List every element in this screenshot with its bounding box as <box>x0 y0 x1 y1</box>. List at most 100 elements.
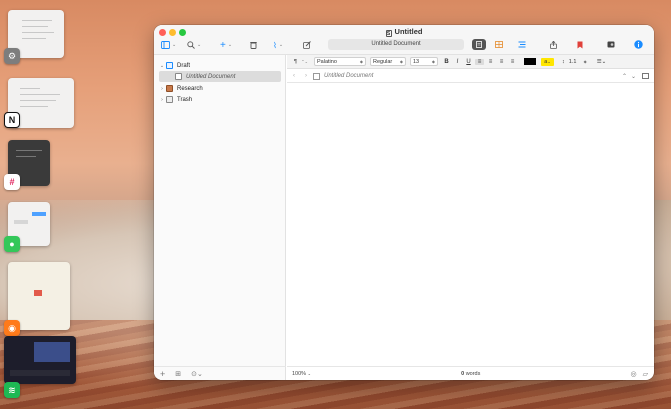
trash-folder-icon <box>166 96 173 103</box>
chevron-down-icon: ⌄ <box>172 42 177 48</box>
align-justify-icon[interactable]: ≡ <box>508 59 517 65</box>
add-icon: + <box>220 39 226 51</box>
line-spacing-icon: ↕ <box>562 58 565 65</box>
settings-app-icon[interactable]: ⚙ <box>4 48 20 64</box>
window-title-row: S Untitled <box>154 27 654 37</box>
split-editor-icon[interactable] <box>642 73 649 79</box>
compile-icon <box>607 41 615 48</box>
line-spacing-select[interactable]: 1.1 ◆ <box>567 57 589 66</box>
firefox-app-icon[interactable]: ◉ <box>4 320 20 336</box>
chevron-right-icon[interactable]: › <box>158 97 166 103</box>
binder-item-draft[interactable]: ⌄ Draft <box>158 60 290 71</box>
underline-button[interactable]: U <box>464 59 473 65</box>
share-button[interactable] <box>546 39 560 50</box>
word-count: 0 words <box>461 370 481 377</box>
research-folder-icon <box>166 85 173 92</box>
search-icon <box>187 41 195 49</box>
document-icon: S <box>385 30 392 37</box>
outline-view-icon <box>518 41 526 48</box>
titlebar: S Untitled ⌄ ⌄ + ⌄ ⌇ ⌄ Untitled Document <box>154 25 654 55</box>
chevron-down-icon[interactable]: ⌄ <box>158 63 166 69</box>
stage-thumbnail-spotify[interactable] <box>4 336 76 384</box>
inspector-button[interactable] <box>631 39 645 50</box>
italic-button[interactable]: I <box>453 59 462 65</box>
binder-item-label: Trash <box>177 96 193 103</box>
chevron-down-icon: ⌄ <box>197 42 202 48</box>
font-size-select[interactable]: 13 ◆ <box>410 57 438 66</box>
format-bar: ¶ ⌃⌄ Palatino ◆ Regular ◆ 13 ◆ B I U ≡ ≡ ≡ ≡… <box>287 55 654 69</box>
chevron-down-icon: ⌄ <box>278 42 284 48</box>
trash-icon <box>250 42 257 49</box>
binder-item-untitled-document[interactable]: Untitled Document <box>159 71 281 82</box>
document-view-button[interactable] <box>472 39 486 50</box>
list-style-icon[interactable]: ☰⌄ <box>597 59 607 65</box>
window-title: Untitled <box>394 27 423 36</box>
info-icon <box>633 40 643 49</box>
chevron-updown-icon: ◆ <box>399 59 403 64</box>
bold-button[interactable]: B <box>442 59 451 65</box>
add-button[interactable]: + ⌄ <box>220 39 232 51</box>
align-center-icon[interactable]: ≡ <box>486 59 495 65</box>
grid-view-icon <box>495 41 503 48</box>
search-button[interactable]: ⌄ <box>187 39 201 51</box>
binder-item-label: Untitled Document <box>186 73 236 80</box>
corkboard-view-button[interactable] <box>492 39 506 50</box>
text-editor[interactable] <box>287 84 654 366</box>
highlight-color-button[interactable]: a⌄ <box>541 57 554 66</box>
text-color-swatch[interactable] <box>524 58 536 65</box>
messages-app-icon[interactable]: ● <box>4 236 20 252</box>
chevron-right-icon[interactable]: › <box>158 86 166 92</box>
share-icon <box>549 40 557 49</box>
chevron-updown-icon: ◆ <box>583 59 587 64</box>
bookmark-button[interactable] <box>573 39 587 50</box>
editor-header: ‹ › Untitled Document ⌃ ⌄ <box>287 70 654 83</box>
document-name-field[interactable]: Untitled Document <box>328 39 464 50</box>
compile-button[interactable] <box>604 39 618 50</box>
document-view-icon <box>476 41 482 48</box>
spotify-app-icon[interactable]: ≋ <box>4 382 20 398</box>
text-document-icon <box>175 73 182 80</box>
paragraph-style-menu[interactable]: ¶ ⌃⌄ <box>292 57 310 66</box>
text-document-icon <box>313 72 320 80</box>
font-style-select[interactable]: Regular ◆ <box>370 57 406 66</box>
chevron-down-icon[interactable]: ⌄ <box>631 73 636 80</box>
binder-footer: + ⊞ ⊙⌄ <box>154 366 286 380</box>
outline-view-button[interactable] <box>515 39 529 50</box>
sidebar-icon <box>161 41 170 49</box>
chevron-down-icon: ⌄ <box>547 58 551 64</box>
back-arrow-icon[interactable]: ‹ <box>293 73 295 79</box>
more-actions-icon[interactable]: ⊙⌄ <box>191 370 203 378</box>
target-icon[interactable]: ◎ <box>630 370 636 378</box>
scrivener-window: SUntitled ⌄ ⌄ +⌄ ⌇⌄ Untitled Document <box>154 25 654 380</box>
bookmark-icon <box>577 41 583 48</box>
binder-item-trash[interactable]: › Trash <box>158 94 290 105</box>
chevron-down-icon: ⌄ <box>227 42 233 48</box>
align-right-icon[interactable]: ≡ <box>497 59 506 65</box>
compose-icon <box>303 41 311 49</box>
chevron-updown-icon: ◆ <box>431 59 435 64</box>
binder-item-label: Draft <box>177 62 191 69</box>
binder-item-label: Research <box>177 85 203 92</box>
chevron-down-icon: ⌄ <box>307 370 311 376</box>
font-family-select[interactable]: Palatino ◆ <box>314 57 366 66</box>
paperclip-icon: ⌇ <box>273 40 277 50</box>
editor-footer: 100% ⌄ 0 words ◎ ▱ <box>287 366 654 380</box>
chevron-up-icon[interactable]: ⌃ <box>622 73 627 80</box>
notion-app-icon[interactable]: N <box>4 112 20 128</box>
slack-app-icon[interactable]: # <box>4 174 20 190</box>
chevron-down-icon: ⌃⌄ <box>301 59 308 64</box>
compose-button[interactable] <box>303 39 311 51</box>
attachment-button[interactable]: ⌇ ⌄ <box>273 39 283 51</box>
comment-icon[interactable]: ▱ <box>643 370 648 378</box>
add-folder-icon[interactable]: ⊞ <box>175 370 181 378</box>
binder-sidebar: ⌄ Draft Untitled Document › Research › T… <box>154 55 286 380</box>
zoom-select[interactable]: 100% ⌄ <box>292 371 311 377</box>
sidebar-toggle-button[interactable]: ⌄ <box>161 39 176 51</box>
add-icon[interactable]: + <box>160 369 165 379</box>
draft-folder-icon <box>166 62 173 69</box>
editor-document-title: Untitled Document <box>324 73 374 79</box>
align-left-icon[interactable]: ≡ <box>475 58 484 65</box>
binder-item-research[interactable]: › Research <box>158 83 290 94</box>
forward-arrow-icon[interactable]: › <box>305 73 307 79</box>
trash-button[interactable] <box>250 39 257 51</box>
